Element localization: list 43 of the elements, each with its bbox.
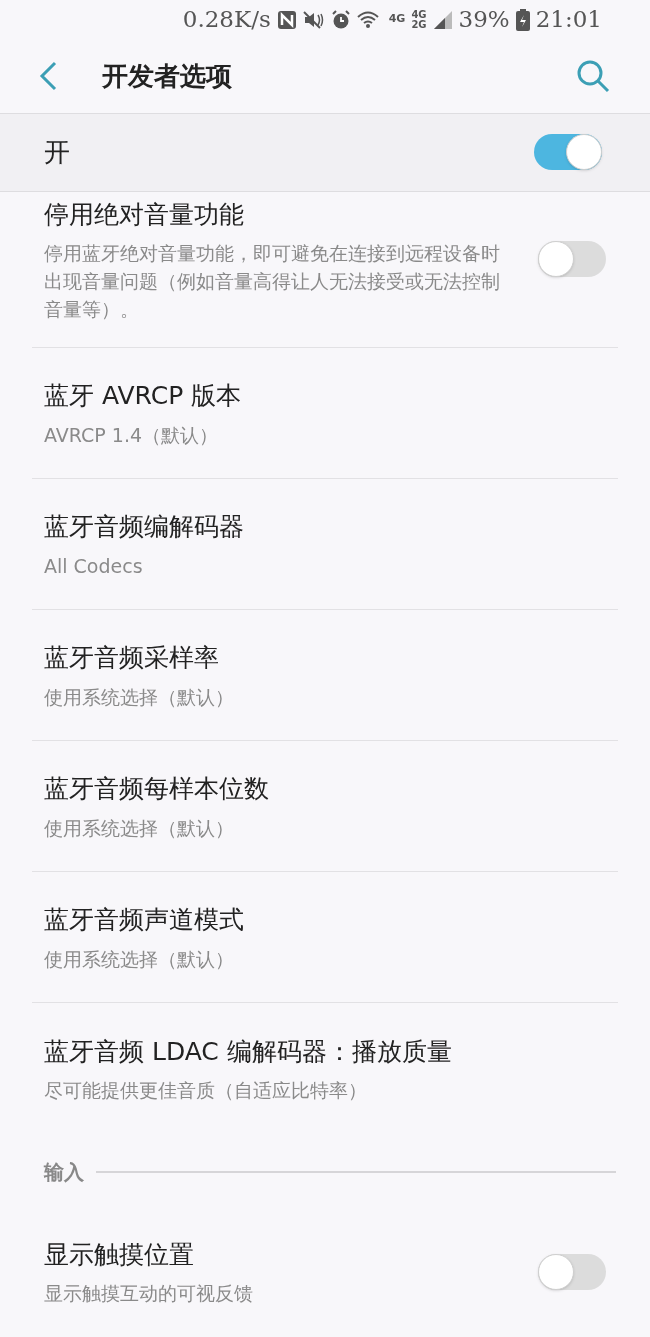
back-icon[interactable] <box>38 61 58 92</box>
item-subtitle: 停用蓝牙绝对音量功能，即可避免在连接到远程设备时出现音量问题（例如音量高得让人无法接受或无法控制音量等）。 <box>44 241 501 322</box>
item-subtitle: 使用系统选择（默认） <box>44 684 235 710</box>
item-subtitle: All Codecs <box>44 553 144 579</box>
item-subtitle: 使用系统选择（默认） <box>44 815 235 841</box>
item-subtitle: AVRCP 1.4（默认） <box>44 422 219 448</box>
network-label: 4G <box>411 9 427 20</box>
settings-item[interactable]: 蓝牙 AVRCP 版本 AVRCP 1.4（默认） <box>32 348 618 479</box>
item-title: 蓝牙音频 LDAC 编解码器：播放质量 <box>44 1035 453 1068</box>
toggle-switch[interactable] <box>538 1253 606 1290</box>
section-header: 输入 <box>44 1159 84 1186</box>
search-icon[interactable] <box>576 59 610 94</box>
settings-item[interactable]: 停用绝对音量功能 停用蓝牙绝对音量功能，即可避免在连接到远程设备时出现音量问题（例如音量高得让人无法接受或无法控制音量等）。 <box>32 191 618 348</box>
settings-item[interactable]: 显示触摸位置 显示触摸互动的可视反馈 <box>32 1206 618 1337</box>
settings-item[interactable]: 蓝牙音频每样本位数 使用系统选择（默认） <box>32 741 618 872</box>
item-title: 蓝牙音频采样率 <box>44 642 220 675</box>
item-subtitle: 显示触摸互动的可视反馈 <box>44 1281 254 1307</box>
settings-item[interactable]: 蓝牙音频采样率 使用系统选择（默认） <box>32 610 618 741</box>
item-title: 显示触摸位置 <box>44 1238 195 1271</box>
item-title: 蓝牙音频声道模式 <box>44 904 245 937</box>
item-title: 蓝牙音频编解码器 <box>44 511 245 544</box>
signal-icon <box>432 9 453 30</box>
nfc-icon <box>276 9 297 30</box>
alarm-icon <box>330 9 351 30</box>
network-label: 4G <box>388 11 406 28</box>
settings-item[interactable]: 蓝牙音频编解码器 All Codecs <box>32 479 618 610</box>
mute-icon <box>302 9 325 30</box>
toggle-switch[interactable] <box>534 134 602 171</box>
network-speed: 0.28K/s <box>182 5 271 35</box>
item-title: 蓝牙 AVRCP 版本 <box>44 380 243 413</box>
battery-icon <box>515 8 530 31</box>
switch-label: 开 <box>44 135 71 169</box>
battery-percent: 39% <box>458 5 510 35</box>
page-title: 开发者选项 <box>102 59 233 93</box>
toggle-switch[interactable] <box>538 241 606 278</box>
item-title: 蓝牙音频每样本位数 <box>44 773 270 806</box>
clock: 21:01 <box>535 5 602 35</box>
settings-item[interactable]: 蓝牙音频 LDAC 编解码器：播放质量 尽可能提供更佳音质（自适应比特率） <box>32 1003 618 1134</box>
item-title: 停用绝对音量功能 <box>44 198 245 231</box>
item-subtitle: 使用系统选择（默认） <box>44 946 235 972</box>
item-subtitle: 尽可能提供更佳音质（自适应比特率） <box>44 1078 368 1104</box>
settings-item[interactable]: 蓝牙音频声道模式 使用系统选择（默认） <box>32 872 618 1003</box>
network-label: 2G <box>411 19 427 30</box>
